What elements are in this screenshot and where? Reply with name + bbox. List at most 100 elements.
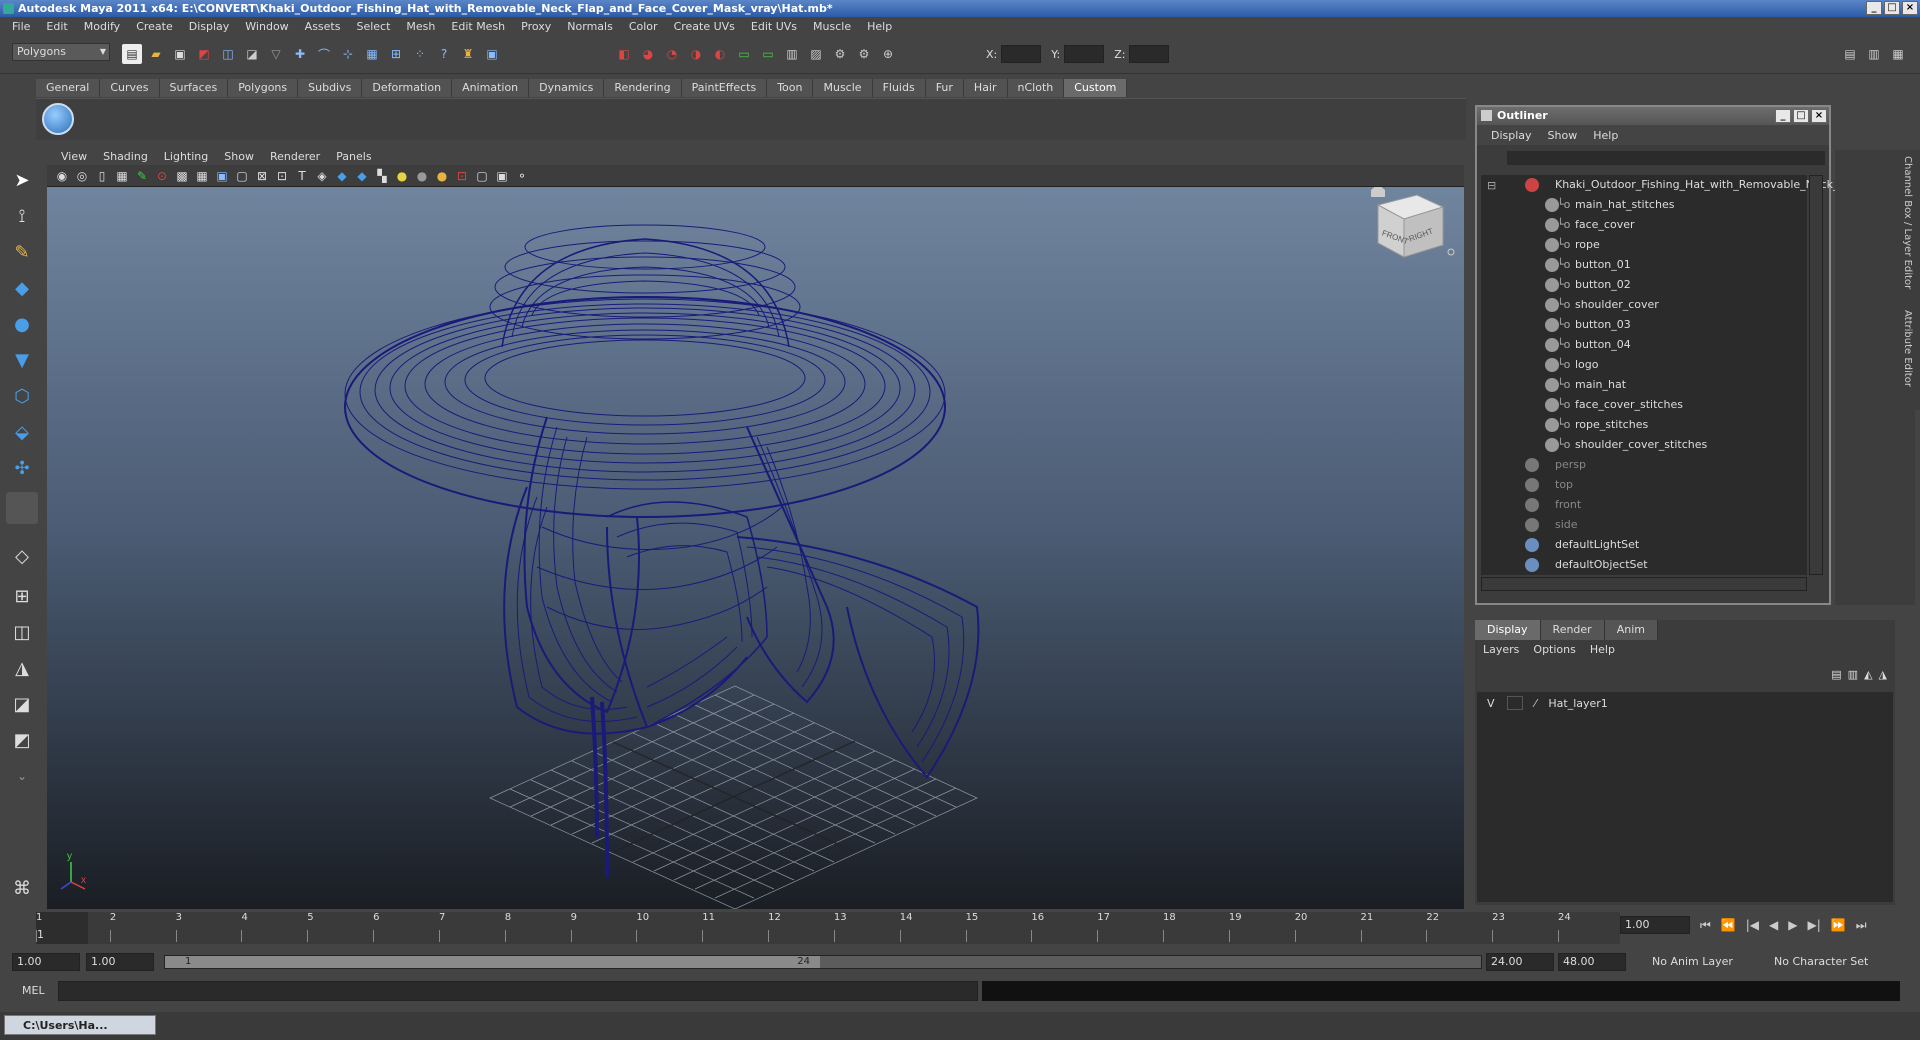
move-down-layer-icon[interactable]: ◮ [1879, 668, 1887, 681]
mel-input[interactable] [58, 981, 978, 1001]
go-to-start-icon[interactable]: ⏮ [1700, 918, 1711, 933]
shelf-tab-custom[interactable]: Custom [1064, 79, 1128, 97]
select-object-icon[interactable]: ◫ [218, 44, 238, 64]
move-tool-icon[interactable]: ◆ [6, 272, 38, 304]
bookmark-icon[interactable]: ▯ [93, 167, 111, 185]
select-tool-icon[interactable]: ➤ [6, 164, 38, 196]
outliner-item[interactable]: └o shoulder_cover [1481, 295, 1801, 315]
menu-normals[interactable]: Normals [559, 20, 621, 33]
camera-attr-icon[interactable]: ◎ [73, 167, 91, 185]
viewport-menu-renderer[interactable]: Renderer [262, 150, 328, 163]
snap-curve-icon[interactable]: ⌒ [314, 44, 334, 64]
input-output-icon[interactable]: ▣ [482, 44, 502, 64]
shelf-tab-animation[interactable]: Animation [452, 79, 530, 97]
viewport-menu-view[interactable]: View [53, 150, 95, 163]
viewcube-menu-icon[interactable] [1447, 248, 1455, 256]
new-layer-empty-icon[interactable]: ▤ [1831, 668, 1841, 681]
character-set-dropdown[interactable]: No Character Set [1770, 953, 1890, 971]
y-field[interactable] [1064, 45, 1105, 63]
view-cube[interactable]: FRONT RIGHT [1371, 184, 1455, 258]
anim-start-field[interactable]: 1.00 [86, 953, 154, 971]
outliner-hscroll[interactable] [1481, 577, 1807, 591]
image-plane-icon[interactable]: ▦ [113, 167, 131, 185]
tool-settings-icon[interactable]: ⚙ [830, 44, 850, 64]
shelf-tab-curves[interactable]: Curves [100, 79, 160, 97]
layer-menu-options[interactable]: Options [1533, 643, 1575, 656]
outliner-item[interactable]: └o face_cover [1481, 215, 1801, 235]
layout-more-icon[interactable]: ⌄ [6, 760, 38, 792]
x-field[interactable] [1001, 45, 1042, 63]
ipr-render-icon[interactable]: ◕ [638, 44, 658, 64]
shelf-tab-toon[interactable]: Toon [767, 79, 814, 97]
graph-layout-icon[interactable]: ◩ [6, 724, 38, 756]
shelf-tab-general[interactable]: General [36, 79, 101, 97]
shelf-tab-subdivs[interactable]: Subdivs [298, 79, 363, 97]
shelf-tab-polygons[interactable]: Polygons [228, 79, 299, 97]
render-settings-icon[interactable]: ◔ [662, 44, 682, 64]
menu-proxy[interactable]: Proxy [513, 20, 559, 33]
select-hierarchy-icon[interactable]: ◩ [194, 44, 214, 64]
hud-icon[interactable]: ⚬ [513, 167, 531, 185]
outliner-item[interactable]: defaultObjectSet [1481, 555, 1801, 575]
film-gate-icon[interactable]: ▢ [473, 167, 491, 185]
layer-tab-display[interactable]: Display [1475, 620, 1541, 640]
rotate-tool-icon[interactable]: ● [6, 308, 38, 340]
shadows-icon[interactable]: ⊡ [273, 167, 291, 185]
layer-visibility-toggle[interactable]: V [1487, 697, 1495, 710]
z-field[interactable] [1129, 45, 1170, 63]
outliner-filter-input[interactable] [1507, 151, 1825, 165]
viewport-menu-shading[interactable]: Shading [95, 150, 156, 163]
attribute-icon[interactable]: ▨ [806, 44, 826, 64]
outliner-menu-show[interactable]: Show [1540, 129, 1586, 142]
ambient-light-icon[interactable]: ● [433, 167, 451, 185]
smooth-shade-icon[interactable]: ▦ [193, 167, 211, 185]
paint-select-icon[interactable]: ✎ [6, 236, 38, 268]
xray-joints-icon[interactable]: ◆ [353, 167, 371, 185]
move-up-layer-icon[interactable]: ◭ [1864, 668, 1872, 681]
persp-outliner-icon[interactable]: ◫ [6, 616, 38, 648]
outliner-menu-display[interactable]: Display [1483, 129, 1540, 142]
filter-icon[interactable]: ▽ [266, 44, 286, 64]
shade-icon[interactable]: ▣ [213, 167, 231, 185]
menu-create[interactable]: Create [128, 20, 181, 33]
select-component-icon[interactable]: ◪ [242, 44, 262, 64]
construction-icon[interactable]: ⁘ [410, 44, 430, 64]
layer-color-icon[interactable]: ⁄ [1535, 697, 1537, 710]
vray-settings-icon[interactable]: ▭ [758, 44, 778, 64]
toggle-panel-icon[interactable]: ▤ [1840, 44, 1860, 64]
wireframe-icon[interactable]: ▩ [173, 167, 191, 185]
menu-select[interactable]: Select [348, 20, 398, 33]
outliner-item[interactable]: └o button_01 [1481, 255, 1801, 275]
shelf-tab-fluids[interactable]: Fluids [872, 79, 926, 97]
outliner-minimize[interactable]: _ [1775, 109, 1791, 123]
channel-icon[interactable]: ⚙ [854, 44, 874, 64]
menu-window[interactable]: Window [237, 20, 296, 33]
open-scene-icon[interactable]: ▰ [146, 44, 166, 64]
lasso-tool-icon[interactable]: ⟟ [6, 200, 38, 232]
shelf-tab-hair[interactable]: Hair [963, 79, 1008, 97]
menu-set-dropdown[interactable]: Polygons [12, 43, 110, 61]
toggle-tool-icon[interactable]: ▦ [1888, 44, 1908, 64]
resolution-gate-icon[interactable]: ⊡ [453, 167, 471, 185]
render-globals-icon[interactable]: ◐ [710, 44, 730, 64]
default-light-icon[interactable]: ● [393, 167, 411, 185]
outliner-item[interactable]: front [1481, 495, 1801, 515]
layer-name[interactable]: Hat_layer1 [1548, 697, 1607, 710]
menu-display[interactable]: Display [181, 20, 238, 33]
shelf-tab-muscle[interactable]: Muscle [813, 79, 873, 97]
menu-file[interactable]: File [4, 20, 38, 33]
all-lights-icon[interactable]: ● [413, 167, 431, 185]
help-line-icon[interactable]: ? [434, 44, 454, 64]
menu-edit-uvs[interactable]: Edit UVs [743, 20, 805, 33]
mel-label[interactable]: MEL [22, 984, 45, 997]
single-perspective-icon[interactable]: ◇ [6, 540, 38, 572]
outliner-item[interactable]: Khaki_Outdoor_Fishing_Hat_with_Removable… [1481, 175, 1842, 195]
layer-menu-help[interactable]: Help [1590, 643, 1615, 656]
vray-icon[interactable]: ▭ [734, 44, 754, 64]
isolate-icon[interactable]: ◈ [313, 167, 331, 185]
outliner-item[interactable]: └o face_cover_stitches [1481, 395, 1801, 415]
last-tool-icon[interactable] [6, 492, 38, 524]
outliner-item[interactable]: └o button_02 [1481, 275, 1801, 295]
menu-mesh[interactable]: Mesh [398, 20, 443, 33]
history-icon[interactable]: ⊞ [386, 44, 406, 64]
